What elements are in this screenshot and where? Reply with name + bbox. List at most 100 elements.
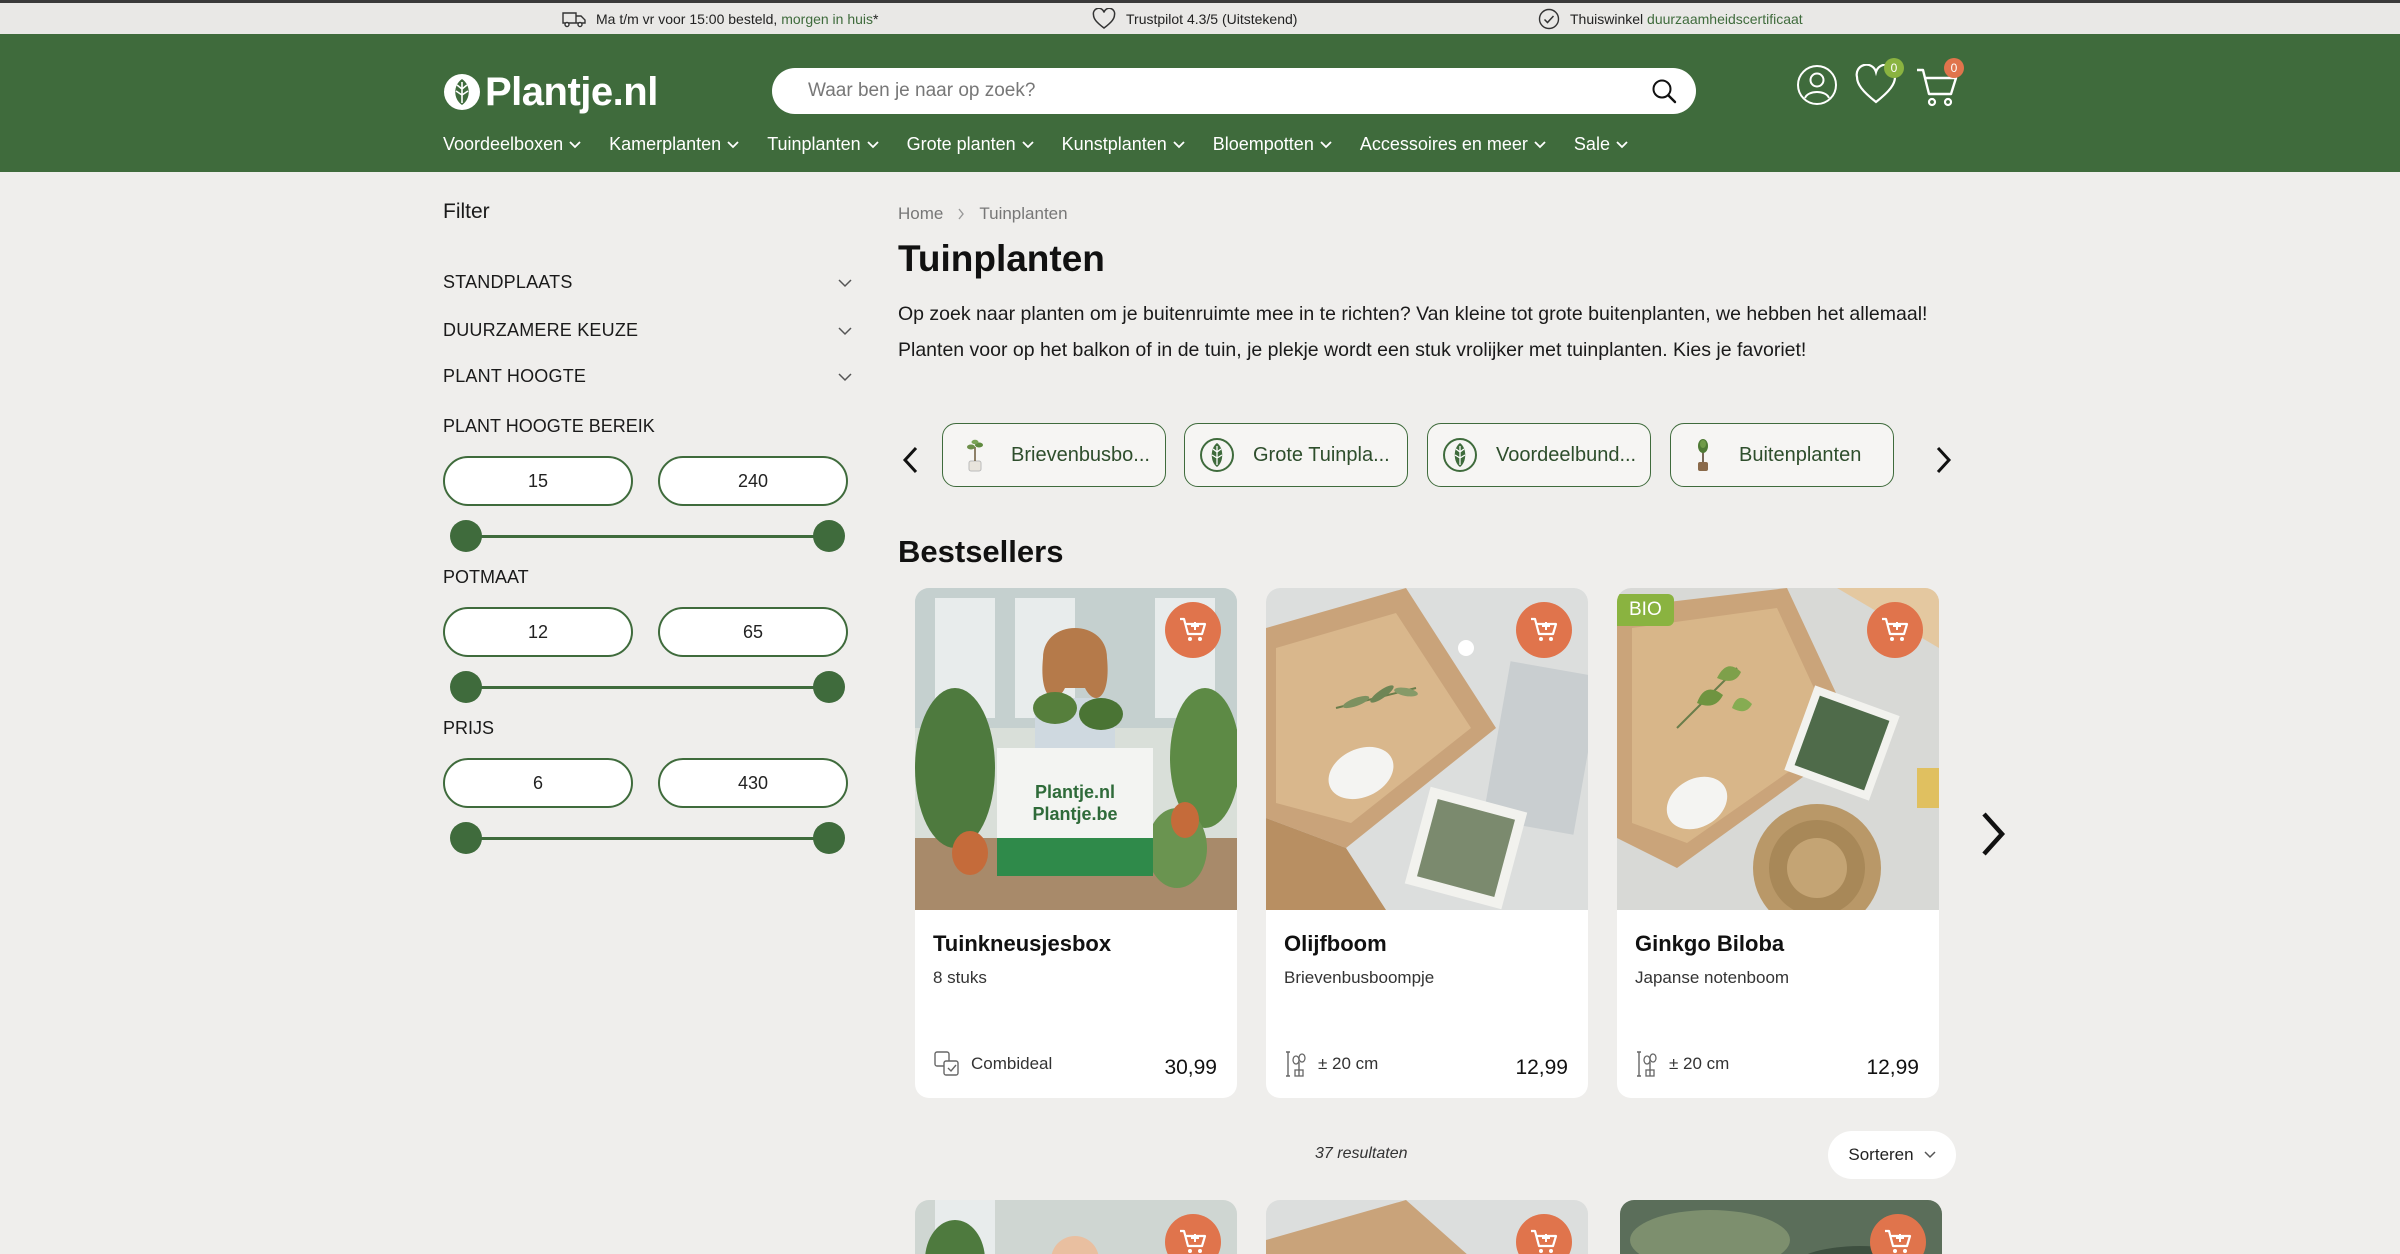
height-min-input[interactable] <box>443 456 633 506</box>
category-chip-label: Grote Tuinpla... <box>1253 443 1390 466</box>
add-to-cart-button[interactable] <box>1516 602 1572 658</box>
breadcrumb-home[interactable]: Home <box>898 204 943 224</box>
nav-label: Voordeelboxen <box>443 134 564 154</box>
pot-slider-max-handle[interactable] <box>813 671 845 703</box>
results-count: 37 resultaten <box>1315 1145 1408 1162</box>
bio-badge: BIO <box>1617 594 1674 626</box>
chevron-left-icon <box>902 446 918 474</box>
usp-sustain-link[interactable]: duurzaamheidscertificaat <box>1647 11 1803 27</box>
category-chip-brievenbus[interactable]: Brievenbusbo... <box>942 423 1166 487</box>
filter-standplaats[interactable]: STANDPLAATS <box>443 272 853 293</box>
filter-duurzamere-keuze[interactable]: DUURZAMERE KEUZE <box>443 320 853 341</box>
chevron-down-icon <box>1534 140 1546 148</box>
wishlist-button[interactable]: 0 <box>1854 58 1904 106</box>
filter-plant-hoogte[interactable]: PLANT HOOGTE <box>443 366 853 387</box>
price-min-input[interactable] <box>443 758 633 808</box>
chevron-right-icon <box>1936 446 1952 474</box>
chevron-down-icon <box>1022 140 1034 148</box>
leaf-circle-icon <box>1443 438 1477 472</box>
nav-item-tuinplanten[interactable]: Tuinplanten <box>767 134 879 155</box>
nav-label: Kunstplanten <box>1061 134 1167 154</box>
bestsellers-next-button[interactable] <box>1974 806 2010 862</box>
height-slider-max-handle[interactable] <box>813 520 845 552</box>
category-chip-voordeelbundels[interactable]: Voordeelbund... <box>1427 423 1651 487</box>
product-meta: ± 20 cm <box>1284 1050 1378 1078</box>
chevron-down-icon <box>569 140 581 148</box>
height-slider-track <box>465 535 827 538</box>
category-chip-label: Buitenplanten <box>1739 443 1862 466</box>
nav-label: Bloempotten <box>1212 134 1314 154</box>
search-input[interactable] <box>808 80 1650 102</box>
cart-plus-icon <box>1531 1229 1558 1253</box>
category-chip-buitenplanten[interactable]: Buitenplanten <box>1670 423 1894 487</box>
add-to-cart-button[interactable] <box>1867 602 1923 658</box>
category-chip-label: Brievenbusbo... <box>1011 443 1150 466</box>
filter-label: STANDPLAATS <box>443 272 573 292</box>
chevron-down-icon <box>727 140 739 148</box>
price-slider-max-handle[interactable] <box>813 822 845 854</box>
pot-max-input[interactable] <box>658 607 848 657</box>
pot-min-input[interactable] <box>443 607 633 657</box>
category-next-button[interactable] <box>1928 440 1958 480</box>
price-slider-min-handle[interactable] <box>450 822 482 854</box>
height-max-input[interactable] <box>658 456 848 506</box>
product-subtitle: 8 stuks <box>933 968 987 987</box>
usp-delivery: Ma t/m vr voor 15:00 besteld, morgen in … <box>562 3 878 34</box>
product-card-ginkgo-biloba[interactable]: BIO Ginkgo Biloba Japanse notenboom ± 20… <box>1617 588 1939 1098</box>
filter-label: PLANT HOOGTE <box>443 366 587 386</box>
product-meta-text: Combideal <box>971 1054 1053 1073</box>
search-icon[interactable] <box>1650 77 1678 105</box>
height-slider-min-handle[interactable] <box>450 520 482 552</box>
nav-item-voordeelboxen[interactable]: Voordeelboxen <box>443 134 581 155</box>
nav-item-sale[interactable]: Sale <box>1574 134 1628 155</box>
breadcrumb: Home Tuinplanten <box>898 204 1068 224</box>
product-card-partial[interactable] <box>1266 1200 1588 1254</box>
delivery-truck-icon <box>562 11 586 27</box>
price-max-input[interactable] <box>658 758 848 808</box>
usp-trustpilot: Trustpilot 4.3/5 (Uitstekend) <box>1092 3 1297 34</box>
add-to-cart-button[interactable] <box>1165 602 1221 658</box>
usp-trustpilot-text[interactable]: Trustpilot 4.3/5 (Uitstekend) <box>1126 11 1297 27</box>
cart-plus-icon <box>1180 617 1207 641</box>
category-intro: Op zoek naar planten om je buitenruimte … <box>898 303 1928 361</box>
product-card-tuinkneusjesbox[interactable]: Plantje.nl Plantje.be Tuinkneusjesbox 8 … <box>915 588 1237 1098</box>
page-title: Tuinplanten <box>898 238 1105 279</box>
category-chip-grote-tuinplanten[interactable]: Grote Tuinpla... <box>1184 423 1408 487</box>
nav-item-kamerplanten[interactable]: Kamerplanten <box>609 134 739 155</box>
product-card-partial[interactable] <box>1620 1200 1942 1254</box>
check-circle-icon <box>1538 8 1560 29</box>
pot-slider-min-handle[interactable] <box>450 671 482 703</box>
usp-sustainability: Thuiswinkel duurzaamheidscertificaat <box>1538 3 1803 34</box>
combideal-icon <box>934 1051 959 1076</box>
cart-button[interactable]: 0 <box>1914 58 1964 110</box>
category-prev-button[interactable] <box>896 440 926 480</box>
chevron-right-icon <box>958 208 965 220</box>
nav-item-kunstplanten[interactable]: Kunstplanten <box>1062 134 1185 155</box>
chevron-down-icon <box>838 372 852 381</box>
account-button[interactable] <box>1796 64 1838 106</box>
product-card-olijfboom[interactable]: Olijfboom Brievenbusboompje ± 20 cm 12,9… <box>1266 588 1588 1098</box>
product-name[interactable]: Tuinkneusjesbox <box>933 931 1111 957</box>
outdoor-plant-thumbnail <box>1698 439 1708 471</box>
usp-delivery-accent[interactable]: morgen in huis <box>781 11 873 27</box>
nav-label: Kamerplanten <box>609 134 722 154</box>
product-name[interactable]: Olijfboom <box>1284 931 1387 957</box>
chevron-down-icon <box>1924 1151 1936 1159</box>
nav-item-accessoires[interactable]: Accessoires en meer <box>1360 134 1546 155</box>
svg-text:Plantje.nl: Plantje.nl <box>1035 782 1115 802</box>
nav-item-grote-planten[interactable]: Grote planten <box>907 134 1034 155</box>
product-name[interactable]: Ginkgo Biloba <box>1635 931 1784 957</box>
usp-delivery-suffix: * <box>873 10 879 27</box>
heart-outline-icon <box>1092 7 1116 29</box>
leaf-circle-icon <box>1200 438 1234 472</box>
wishlist-count-badge: 0 <box>1884 58 1904 78</box>
site-logo[interactable]: Plantje.nl <box>443 66 658 118</box>
filter-label: DUURZAMERE KEUZE <box>443 320 639 340</box>
height-range-label: PLANT HOOGTE BEREIK <box>443 416 655 436</box>
usp-bar: Ma t/m vr voor 15:00 besteld, morgen in … <box>0 0 2400 34</box>
chevron-down-icon <box>1320 140 1332 148</box>
product-card-partial[interactable] <box>915 1200 1237 1254</box>
nav-item-bloempotten[interactable]: Bloempotten <box>1213 134 1332 155</box>
sort-dropdown[interactable]: Sorteren <box>1828 1131 1956 1179</box>
price-label: PRIJS <box>443 718 495 738</box>
